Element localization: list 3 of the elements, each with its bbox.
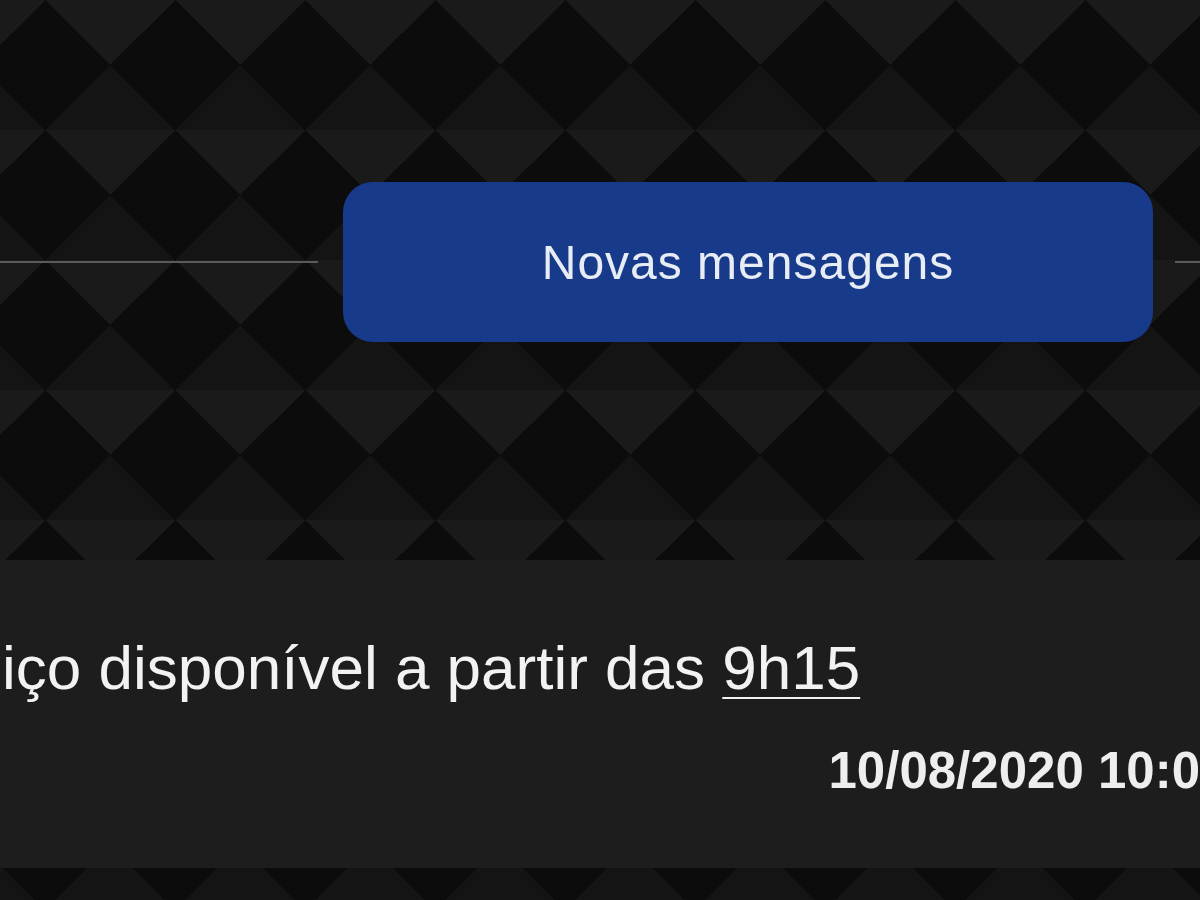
time-link[interactable]: 9h15 (722, 633, 861, 702)
message-text: iço disponível a partir das 9h15 (1, 632, 862, 703)
message-timestamp: 10/08/2020 10:0 (828, 741, 1200, 800)
